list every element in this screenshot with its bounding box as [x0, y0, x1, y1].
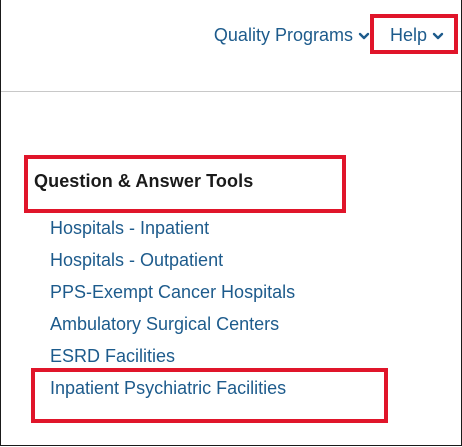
link-ambulatory-surgical-centers[interactable]: Ambulatory Surgical Centers	[50, 311, 295, 343]
nav-quality-programs[interactable]: Quality Programs	[214, 25, 370, 46]
help-highlight-box	[370, 14, 458, 54]
qa-tools-highlight-box	[24, 155, 346, 213]
header-divider	[1, 91, 461, 92]
nav-quality-programs-label: Quality Programs	[213, 24, 353, 45]
ipf-highlight-box	[31, 368, 388, 423]
link-esrd-facilities[interactable]: ESRD Facilities	[50, 343, 295, 365]
chevron-down-icon	[358, 32, 370, 39]
link-hospitals-outpatient[interactable]: Hospitals - Outpatient	[50, 247, 295, 279]
link-hospitals-inpatient[interactable]: Hospitals - Inpatient	[50, 215, 295, 247]
link-pps-exempt-cancer-hospitals[interactable]: PPS-Exempt Cancer Hospitals	[50, 279, 295, 311]
